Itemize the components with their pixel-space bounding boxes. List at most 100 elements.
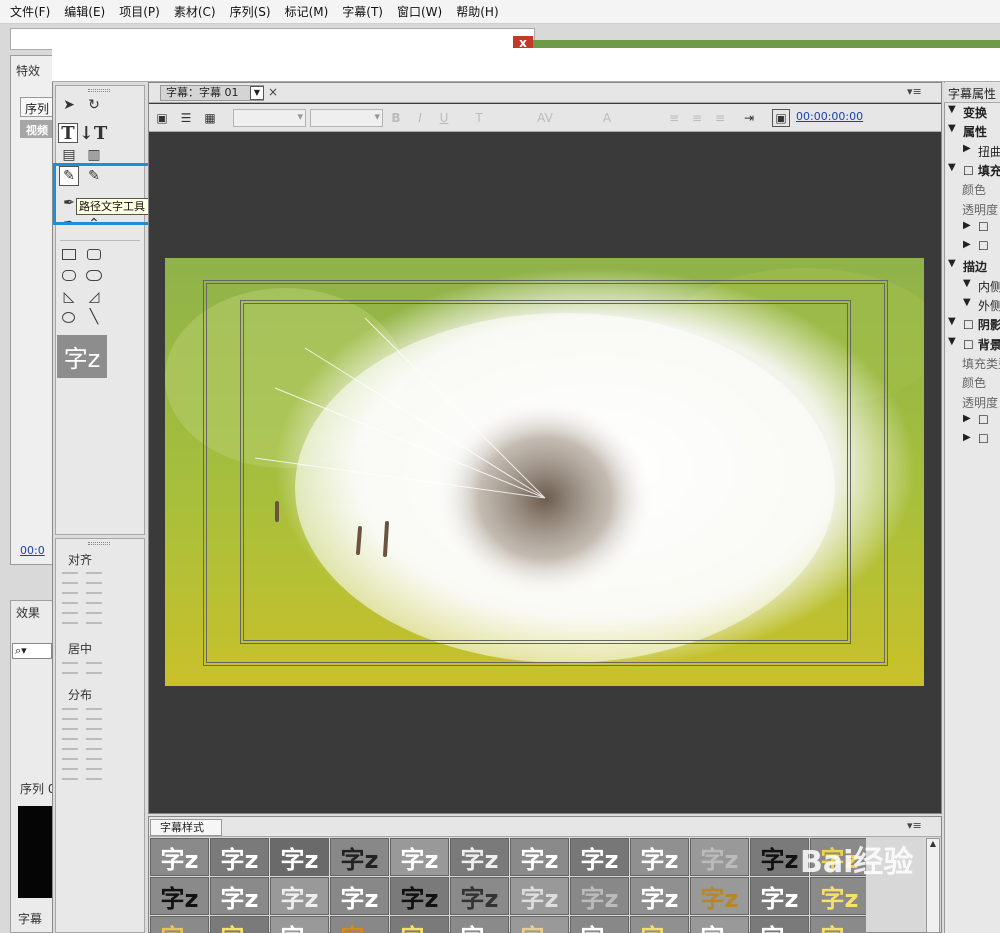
align-text-left-icon[interactable]: ≡	[665, 109, 683, 127]
center-horizontal-icon[interactable]	[62, 662, 78, 674]
menu-item[interactable]: 窗口(W)	[397, 3, 442, 20]
effects-tab[interactable]: 效果	[16, 604, 40, 621]
align-center-v-icon[interactable]	[62, 612, 78, 624]
property-expand-icon[interactable]: ▶	[963, 432, 971, 443]
style-swatch[interactable]: 字z	[270, 877, 329, 915]
style-swatch[interactable]: 字z	[570, 916, 629, 933]
menu-item[interactable]: 帮助(H)	[456, 3, 498, 20]
property-expand-icon[interactable]: ▼	[948, 162, 956, 173]
italic-icon[interactable]: I	[411, 109, 429, 127]
line-tool-icon[interactable]: ╲	[84, 307, 104, 327]
style-swatch[interactable]: 字z	[210, 838, 269, 876]
property-expand-icon[interactable]: ▼	[963, 278, 971, 289]
style-swatch[interactable]: 字z	[450, 916, 509, 933]
style-swatch[interactable]: 字z	[510, 916, 569, 933]
style-swatch[interactable]: 字z	[510, 838, 569, 876]
menu-item[interactable]: 素材(C)	[174, 3, 216, 20]
area-type-tool-icon[interactable]: ▤	[59, 145, 79, 165]
type-tool-icon[interactable]: T	[58, 123, 78, 144]
distribute-top-icon[interactable]	[86, 708, 102, 720]
style-swatch[interactable]: 字z	[630, 838, 689, 876]
menu-item[interactable]: 标记(M)	[285, 3, 329, 20]
style-swatch[interactable]: 字z	[690, 838, 749, 876]
style-swatch[interactable]: 字z	[510, 877, 569, 915]
bold-icon[interactable]: B	[387, 109, 405, 127]
style-swatch[interactable]: 字z	[690, 916, 749, 933]
distribute-spacing-h-icon[interactable]	[62, 768, 78, 780]
distribute-spacing-v-icon[interactable]	[86, 768, 102, 780]
menu-item[interactable]: 字幕(T)	[342, 3, 383, 20]
align-top-icon[interactable]	[86, 592, 102, 604]
property-expand-icon[interactable]: ▼	[948, 123, 956, 134]
property-expand-icon[interactable]: ▼	[948, 258, 956, 269]
panel-menu-icon[interactable]: ▾≡	[907, 85, 922, 98]
style-swatch[interactable]: 字z	[330, 916, 389, 933]
distribute-right-icon[interactable]	[62, 748, 78, 760]
underline-icon[interactable]: U	[435, 109, 453, 127]
roll-crawl-options-icon[interactable]: ☰	[177, 109, 195, 127]
style-swatch[interactable]: 字z	[270, 916, 329, 933]
rounded-corner-tool-icon[interactable]	[86, 270, 102, 281]
align-text-center-icon[interactable]: ≡	[688, 109, 706, 127]
style-swatch[interactable]: 字z	[450, 838, 509, 876]
menu-item[interactable]: 编辑(E)	[64, 3, 105, 20]
effects-search-input[interactable]: ⌕▾	[12, 643, 52, 659]
property-expand-icon[interactable]: ▼	[948, 316, 956, 327]
property-expand-icon[interactable]: ▶	[963, 239, 971, 250]
sequence-tab[interactable]: 序列	[20, 97, 54, 117]
property-expand-icon[interactable]: ▼	[948, 104, 956, 115]
style-swatch[interactable]: 字z	[210, 916, 269, 933]
panel-grip[interactable]	[88, 89, 110, 92]
style-swatch[interactable]: 字z	[390, 838, 449, 876]
kerning-icon[interactable]: AV	[536, 109, 554, 127]
panel-grip[interactable]	[88, 542, 110, 545]
new-title-icon[interactable]: ▣	[153, 109, 171, 127]
style-swatch[interactable]: 字z	[810, 916, 866, 933]
style-swatch[interactable]: 字z	[150, 916, 209, 933]
menu-item[interactable]: 项目(P)	[119, 3, 160, 20]
style-swatch[interactable]: 字z	[210, 877, 269, 915]
clipped-corner-tool-icon[interactable]	[62, 270, 76, 281]
property-expand-icon[interactable]: ▼	[963, 297, 971, 308]
title-properties-tab[interactable]: 字幕属性	[948, 85, 996, 102]
title-tab[interactable]: 字幕：字幕 01	[160, 85, 264, 101]
property-expand-icon[interactable]: ▶	[963, 413, 971, 424]
selection-tool-icon[interactable]: ➤	[59, 95, 79, 115]
style-swatch[interactable]: 字z	[690, 877, 749, 915]
property-expand-icon[interactable]: ▶	[963, 220, 971, 231]
style-swatch[interactable]: 字z	[630, 877, 689, 915]
style-swatch[interactable]: 字z	[750, 916, 809, 933]
menu-item[interactable]: 文件(F)	[10, 3, 50, 20]
style-swatch[interactable]: 字z	[390, 877, 449, 915]
background-video-timecode[interactable]: 00:00:00:00	[796, 110, 863, 123]
style-swatch[interactable]: 字z	[330, 838, 389, 876]
style-swatch[interactable]: 字z	[150, 838, 209, 876]
distribute-center-v-icon[interactable]	[86, 728, 102, 740]
style-swatch[interactable]: 字z	[570, 838, 629, 876]
effects-controls-tab[interactable]: 特效	[16, 62, 40, 79]
align-center-h-icon[interactable]	[86, 572, 102, 584]
style-swatch[interactable]: 字z	[570, 877, 629, 915]
show-background-video-icon[interactable]: ▣	[772, 109, 790, 127]
title-dropdown-icon[interactable]: ▼	[250, 86, 264, 100]
font-size-icon[interactable]: T	[470, 109, 488, 127]
font-family-select[interactable]	[233, 109, 306, 127]
distribute-center-h-icon[interactable]	[62, 728, 78, 740]
center-vertical-icon[interactable]	[86, 662, 102, 674]
rounded-rectangle-tool-icon[interactable]	[87, 249, 101, 260]
style-swatch[interactable]: 字z	[150, 877, 209, 915]
align-right-icon[interactable]	[62, 592, 78, 604]
wedge-tool-icon[interactable]: ◺	[59, 287, 79, 307]
align-text-right-icon[interactable]: ≡	[711, 109, 729, 127]
distribute-left-icon[interactable]	[62, 708, 78, 720]
rotation-tool-icon[interactable]: ↻	[84, 95, 104, 115]
leading-icon[interactable]: A	[598, 109, 616, 127]
style-swatch[interactable]: 字z	[330, 877, 389, 915]
templates-icon[interactable]: ▦	[201, 109, 219, 127]
style-swatch[interactable]: 字z	[630, 916, 689, 933]
align-bottom-icon[interactable]	[86, 612, 102, 624]
vertical-type-tool-icon[interactable]: ↓T	[79, 123, 107, 144]
title-styles-tab[interactable]: 字幕样式	[150, 819, 222, 836]
style-swatch[interactable]: 字z	[390, 916, 449, 933]
align-left-icon[interactable]	[62, 572, 78, 584]
